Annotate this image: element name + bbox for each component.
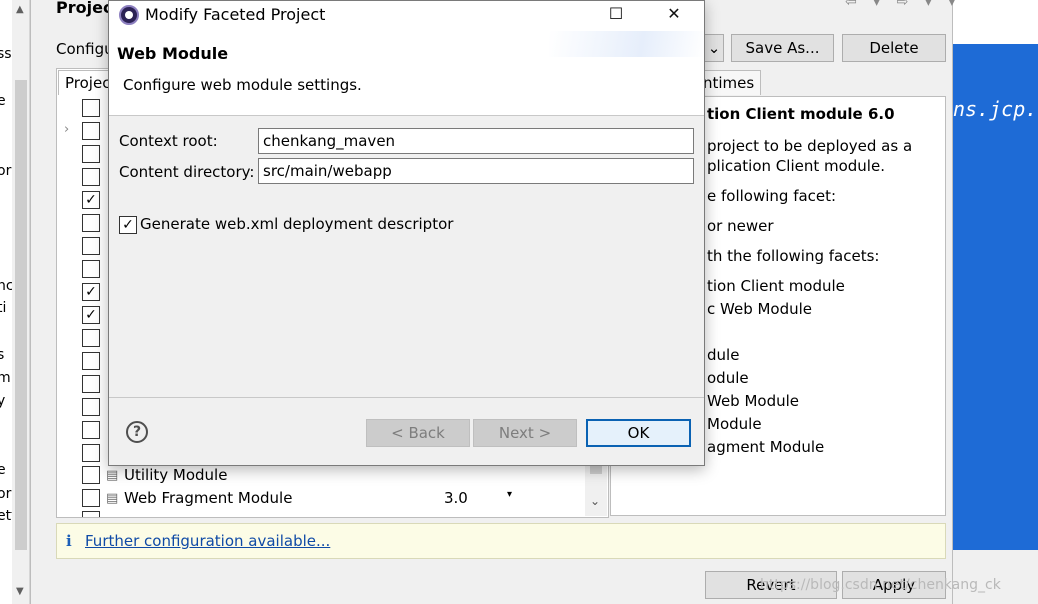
facet-checkbox[interactable] [82, 398, 100, 416]
facet-icon: ▤ [106, 468, 119, 483]
explorer-fragment: ss [0, 46, 12, 62]
facet-checkbox[interactable] [82, 444, 100, 462]
chevron-down-icon[interactable]: ⌄ [590, 494, 600, 508]
facet-details-line: plication Client module. [707, 157, 885, 175]
facet-details-line: e following facet: [707, 187, 837, 205]
section-title: Web Module [117, 44, 229, 63]
editor-toolbar-area [953, 0, 1038, 44]
context-root-input[interactable] [258, 128, 694, 154]
history-nav-icons[interactable]: ⇦ ▾ ⇨ ▾ ▾ [845, 0, 961, 10]
content-directory-input[interactable] [258, 158, 694, 184]
header-divider [109, 115, 704, 116]
scrollbar-thumb[interactable] [15, 80, 27, 550]
expand-arrow-icon[interactable]: › [64, 122, 69, 137]
scroll-up-icon[interactable]: ▲ [16, 4, 24, 15]
explorer-fragment: e [0, 462, 6, 478]
header-banner-graphic [549, 31, 704, 57]
close-icon: ✕ [667, 4, 681, 23]
facet-checkbox[interactable] [82, 375, 100, 393]
facet-details-line: tion Client module [707, 277, 845, 295]
generate-webxml-label[interactable]: Generate web.xml deployment descriptor [140, 215, 453, 233]
scroll-down-icon[interactable]: ▼ [16, 586, 24, 597]
further-configuration-link[interactable]: Further configuration available... [85, 532, 330, 550]
generate-webxml-checkbox[interactable]: ✓ [119, 216, 137, 234]
facet-checkbox[interactable] [82, 489, 100, 507]
facet-details-line: or newer [707, 217, 774, 235]
facet-checkbox[interactable] [82, 237, 100, 255]
facet-checkbox[interactable] [82, 329, 100, 347]
facet-details-line: th the following facets: [707, 247, 880, 265]
checkmark-icon: ✓ [122, 217, 134, 233]
close-button[interactable]: ✕ [645, 1, 703, 29]
delete-button[interactable]: Delete [842, 34, 946, 62]
version-dropdown-icon[interactable]: ▾ [507, 489, 512, 500]
explorer-fragment: nc [0, 278, 12, 294]
facet-version[interactable]: 3.0 [444, 489, 468, 507]
save-as-button[interactable]: Save As... [731, 34, 834, 62]
configuration-dropdown[interactable]: ⌄ [704, 34, 724, 62]
explorer-fragment: ett [0, 508, 12, 524]
help-icon[interactable]: ? [126, 421, 148, 443]
wizard-header: Web Module Configure web module settings… [109, 29, 704, 115]
chevron-down-icon: ⌄ [707, 39, 721, 57]
facet-checkbox[interactable] [82, 168, 100, 186]
facet-label: Web Fragment Module [124, 489, 293, 507]
explorer-fragment: ti [0, 300, 7, 316]
maximize-icon: ☐ [608, 4, 624, 23]
configuration-label: Configu [56, 40, 114, 58]
facet-checkbox[interactable] [82, 122, 100, 140]
facet-checkbox[interactable] [82, 511, 100, 517]
dialog-title: Modify Faceted Project [145, 5, 326, 24]
explorer-fragment: or [0, 163, 12, 179]
explorer-scrollbar[interactable]: ▲ ▼ [12, 0, 30, 604]
facet-icon: ▤ [106, 491, 119, 506]
modify-faceted-project-dialog: Modify Faceted Project ☐ ✕ Web Module Co… [108, 0, 705, 466]
facet-details-line: Web Module [707, 392, 800, 410]
facet-checkbox[interactable] [82, 214, 100, 232]
project-explorer-strip: ss e or nc ti s m y e or ett [0, 0, 12, 604]
footer-divider [109, 397, 704, 398]
facet-details-line: agment Module [707, 438, 825, 456]
dialog-titlebar[interactable]: Modify Faceted Project ☐ ✕ [109, 1, 704, 29]
facet-details-line: dule [707, 346, 740, 364]
facet-checkbox[interactable]: ✓ [82, 306, 100, 324]
context-root-label: Context root: [119, 132, 218, 150]
facet-checkbox[interactable] [82, 260, 100, 278]
ok-button[interactable]: OK [586, 419, 691, 447]
facet-label: Utility Module [124, 466, 228, 484]
content-directory-label: Content directory: [119, 163, 255, 181]
facet-details-line: project to be deployed as a [707, 137, 913, 155]
facet-details-line: odule [707, 369, 749, 387]
watermark-text: https://blog.csdn.net/chenkang_ck [760, 577, 1001, 593]
eclipse-app-icon [119, 5, 139, 25]
explorer-fragment: s [0, 347, 5, 363]
explorer-fragment: m [0, 370, 11, 386]
explorer-fragment: e [0, 93, 6, 109]
facet-details-title: tion Client module 6.0 [707, 105, 895, 123]
explorer-fragment: or [0, 486, 12, 502]
explorer-fragment: y [0, 393, 6, 409]
facet-checkbox[interactable]: ✓ [82, 191, 100, 209]
facet-checkbox[interactable] [82, 352, 100, 370]
next-button[interactable]: Next > [473, 419, 577, 447]
facet-checkbox[interactable] [82, 466, 100, 484]
facet-details-line: c Web Module [707, 300, 813, 318]
editor-code-text: ns.jcp. [953, 97, 1038, 121]
facet-checkbox[interactable] [82, 145, 100, 163]
maximize-button[interactable]: ☐ [587, 1, 645, 29]
section-description: Configure web module settings. [123, 76, 362, 94]
facet-checkbox[interactable] [82, 421, 100, 439]
facet-checkbox[interactable] [82, 99, 100, 117]
facet-checkbox[interactable]: ✓ [82, 283, 100, 301]
info-icon: i [66, 532, 72, 550]
facet-details-line: Module [707, 415, 762, 433]
back-button[interactable]: < Back [366, 419, 470, 447]
